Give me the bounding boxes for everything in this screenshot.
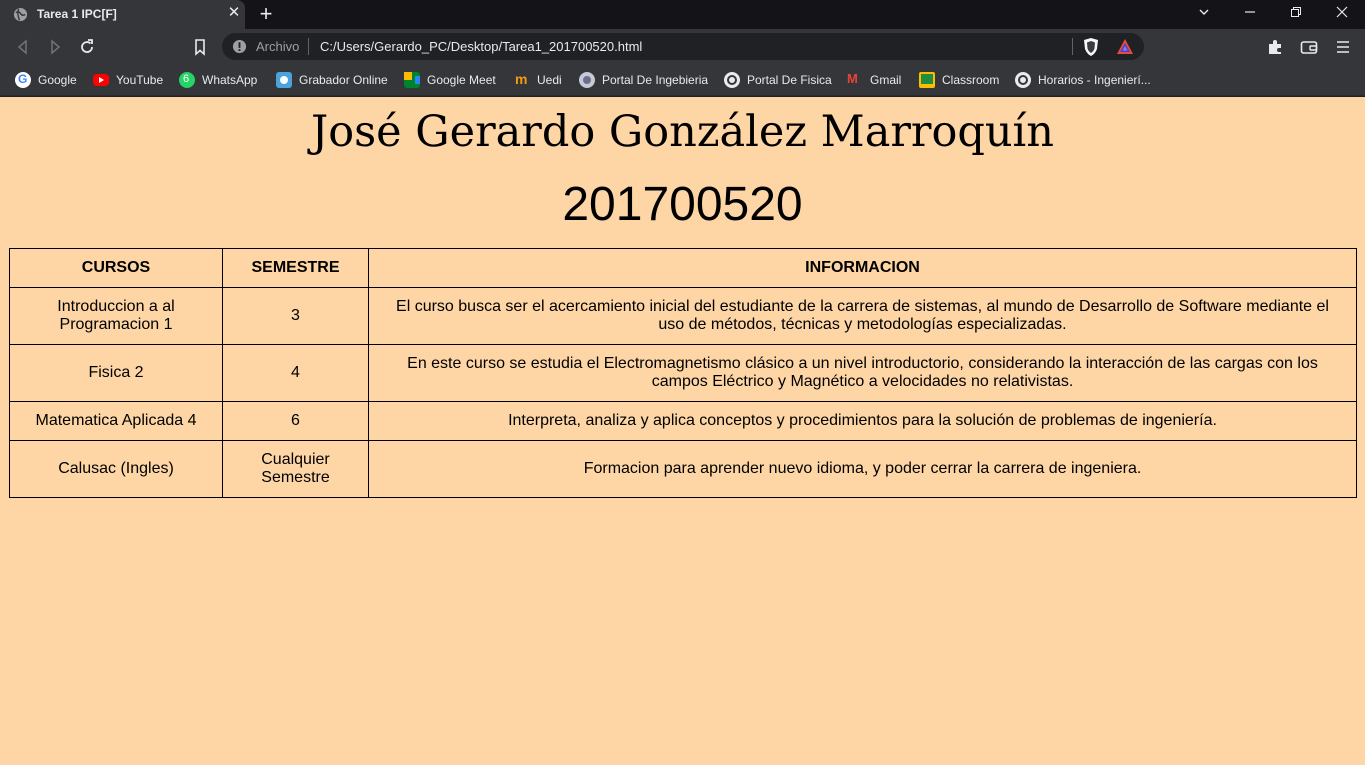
bookmark-label: Gmail <box>870 73 902 87</box>
classroom-icon <box>919 72 935 88</box>
reload-icon[interactable] <box>77 37 97 57</box>
courses-table: CURSOS SEMESTRE INFORMACION Introduccion… <box>9 248 1357 498</box>
bookmark-label: YouTube <box>116 73 164 87</box>
bookmarks-bar: G Google YouTube 6 WhatsApp Grabador Onl… <box>0 65 1365 96</box>
back-icon[interactable] <box>13 37 33 57</box>
bookmark-youtube[interactable]: YouTube <box>93 71 163 89</box>
omnibox-separator <box>1072 38 1073 55</box>
bookmark-label: Google Meet <box>427 73 496 87</box>
close-icon <box>1336 6 1348 18</box>
student-id-heading: 201700520 <box>562 178 803 231</box>
bookmark-label: WhatsApp <box>202 73 258 87</box>
meet-icon <box>404 72 420 88</box>
google-icon: G <box>15 72 31 88</box>
bookmark-label: Horarios - Ingenierí... <box>1038 73 1151 87</box>
semester-cell: 4 <box>222 344 369 402</box>
address-bar[interactable]: Archivo C:/Users/Gerardo_PC/Desktop/Tare… <box>222 33 1144 60</box>
tab-search-button[interactable] <box>1192 3 1216 25</box>
course-name-cell: Fisica 2 <box>9 344 223 402</box>
information-cell: Interpreta, analiza y aplica conceptos y… <box>368 401 1357 441</box>
information-cell: Formacion para aprender nuevo idioma, y … <box>368 440 1357 498</box>
globe-icon <box>1015 72 1031 88</box>
url-text[interactable]: C:/Users/Gerardo_PC/Desktop/Tarea1_20170… <box>320 39 642 54</box>
globe-icon <box>13 7 28 22</box>
new-tab-button[interactable]: + <box>256 3 276 25</box>
brave-shield-icon[interactable] <box>1082 37 1100 57</box>
bookmark-gmail[interactable]: M Gmail <box>847 71 901 89</box>
minimize-icon <box>1245 11 1255 13</box>
bookmark-label: Uedi <box>537 73 562 87</box>
tab-title: Tarea 1 IPC[F] <box>37 7 117 21</box>
table-row: Fisica 2 4 En este curso se estudia el E… <box>9 344 1357 402</box>
bookmark-google[interactable]: G Google <box>15 71 77 89</box>
scheme-label: Archivo <box>256 39 300 54</box>
column-header-informacion: INFORMACION <box>368 248 1357 288</box>
wallet-icon[interactable] <box>1300 38 1318 56</box>
extensions-icon[interactable] <box>1266 38 1284 56</box>
restore-icon <box>1291 7 1301 17</box>
recorder-icon <box>276 72 292 88</box>
close-tab-icon[interactable]: ✕ <box>226 5 242 21</box>
course-name-cell: Introduccion a al Programacion 1 <box>9 287 223 345</box>
bookmark-whatsapp[interactable]: 6 WhatsApp <box>179 71 257 89</box>
tab-strip: Tarea 1 IPC[F] ✕ + <box>0 0 1365 29</box>
close-window-button[interactable] <box>1330 3 1354 25</box>
bookmark-portal-fisica[interactable]: Portal De Fisica <box>724 71 832 89</box>
bookmark-label: Grabador Online <box>299 73 388 87</box>
table-row: Matematica Aplicada 4 6 Interpreta, anal… <box>9 401 1357 441</box>
bookmark-label: Google <box>38 73 77 87</box>
page-content: José Gerardo González Marroquín 20170052… <box>0 97 1365 765</box>
course-name-cell: Calusac (Ingles) <box>9 440 223 498</box>
info-icon[interactable] <box>232 39 247 54</box>
notification-badge: 6 <box>183 73 190 85</box>
semester-cell: Cualquier Semestre <box>222 440 369 498</box>
whatsapp-icon: 6 <box>179 72 195 88</box>
information-cell: El curso busca ser el acercamiento inici… <box>368 287 1357 345</box>
bookmark-grabador-online[interactable]: Grabador Online <box>276 71 388 89</box>
table-row: Calusac (Ingles) Cualquier Semestre Form… <box>9 440 1357 498</box>
bookmark-horarios[interactable]: Horarios - Ingenierí... <box>1015 71 1151 89</box>
browser-tab[interactable]: Tarea 1 IPC[F] ✕ <box>0 0 245 29</box>
column-header-semestre: SEMESTRE <box>222 248 369 288</box>
course-name-cell: Matematica Aplicada 4 <box>9 401 223 441</box>
semester-cell: 6 <box>222 401 369 441</box>
table-header-row: CURSOS SEMESTRE INFORMACION <box>9 248 1357 288</box>
bookmark-google-meet[interactable]: Google Meet <box>404 71 496 89</box>
column-header-cursos: CURSOS <box>9 248 223 288</box>
student-name-heading: José Gerardo González Marroquín <box>310 107 1054 157</box>
bookmark-label: Portal De Fisica <box>747 73 832 87</box>
minimize-button[interactable] <box>1238 3 1262 25</box>
menu-icon[interactable] <box>1334 38 1352 56</box>
uedi-icon: m <box>515 71 528 87</box>
bookmark-uedi[interactable]: m Uedi <box>514 71 562 89</box>
bookmark-icon[interactable] <box>190 37 210 57</box>
brave-rewards-icon[interactable] <box>1116 38 1134 56</box>
chevron-down-icon <box>1199 9 1209 15</box>
information-cell: En este curso se estudia el Electromagne… <box>368 344 1357 402</box>
browser-toolbar: Archivo C:/Users/Gerardo_PC/Desktop/Tare… <box>0 29 1365 65</box>
bookmark-label: Classroom <box>942 73 1000 87</box>
restore-button[interactable] <box>1284 3 1308 25</box>
gmail-icon: M <box>847 71 858 86</box>
omnibox-separator <box>308 38 309 55</box>
semester-cell: 3 <box>222 287 369 345</box>
table-row: Introduccion a al Programacion 1 3 El cu… <box>9 287 1357 345</box>
bookmark-label: Portal De Ingebieria <box>602 73 709 87</box>
youtube-icon <box>93 74 109 86</box>
seal-icon <box>579 72 595 88</box>
bookmark-classroom[interactable]: Classroom <box>919 71 999 89</box>
bookmark-portal-ingenieria[interactable]: Portal De Ingebieria <box>579 71 708 89</box>
globe-icon <box>724 72 740 88</box>
forward-icon[interactable] <box>45 37 65 57</box>
